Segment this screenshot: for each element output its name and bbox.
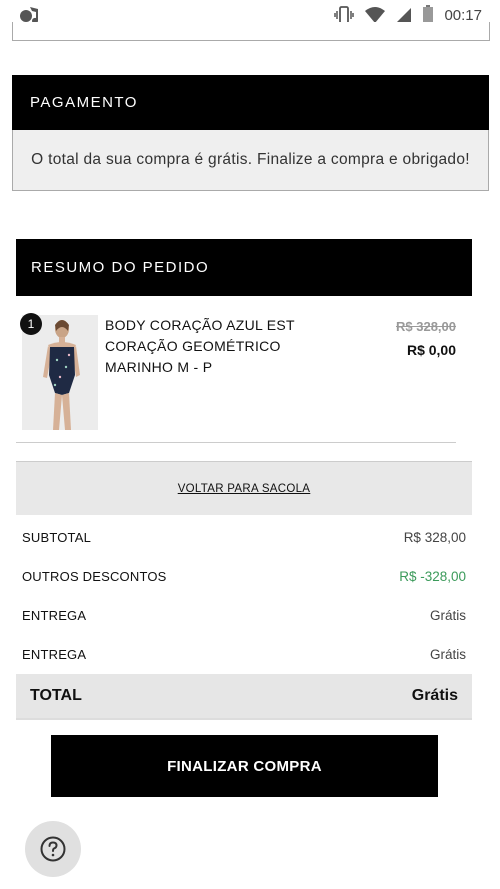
quantity-badge: 1	[20, 313, 42, 335]
back-to-bag-link[interactable]: VOLTAR PARA SACOLA	[178, 483, 311, 495]
finalize-purchase-button[interactable]: FINALIZAR COMPRA	[51, 735, 438, 797]
discount-label: OUTROS DESCONTOS	[22, 568, 167, 584]
subtotal-row: SUBTOTAL R$ 328,00	[22, 527, 466, 547]
total-row: TOTAL Grátis	[16, 674, 472, 720]
order-summary-header: RESUMO DO PEDIDO	[16, 239, 472, 296]
previous-section-box	[12, 22, 490, 41]
signal-icon	[397, 8, 412, 22]
shipping-label-2: ENTREGA	[22, 646, 87, 662]
order-item: 1 BODY CORAÇÃO AZUL EST CORAÇÃO GEOMÉTRI…	[16, 305, 472, 435]
shipping-row-2: ENTREGA Grátis	[22, 644, 466, 664]
payment-message: O total da sua compra é grátis. Finalize…	[31, 151, 470, 168]
discount-row: OUTROS DESCONTOS R$ -328,00	[22, 566, 466, 586]
divider	[16, 442, 456, 443]
payment-message-box: O total da sua compra é grátis. Finalize…	[12, 130, 489, 191]
product-name[interactable]: BODY CORAÇÃO AZUL EST CORAÇÃO GEOMÉTRICO…	[105, 315, 305, 378]
shipping-value-2: Grátis	[429, 646, 466, 662]
subtotal-label: SUBTOTAL	[22, 529, 92, 545]
finalize-purchase-label: FINALIZAR COMPRA	[167, 757, 322, 775]
subtotal-value: R$ 328,00	[403, 529, 466, 545]
total-label: TOTAL	[30, 687, 82, 704]
order-summary-title: RESUMO DO PEDIDO	[31, 259, 210, 276]
payment-title: PAGAMENTO	[30, 94, 138, 111]
payment-header: PAGAMENTO	[12, 75, 489, 130]
shipping-value: Grátis	[429, 607, 466, 623]
current-price: R$ 0,00	[406, 342, 456, 358]
question-icon	[40, 836, 66, 862]
original-price: R$ 328,00	[396, 319, 456, 334]
shipping-label: ENTREGA	[22, 607, 87, 623]
help-button[interactable]	[25, 821, 81, 877]
total-value: Grátis	[411, 687, 458, 704]
status-time: 00:17	[444, 6, 482, 24]
shipping-row: ENTREGA Grátis	[22, 605, 466, 625]
discount-value: R$ -328,00	[399, 568, 466, 584]
back-to-bag-bar: VOLTAR PARA SACOLA	[16, 461, 472, 515]
